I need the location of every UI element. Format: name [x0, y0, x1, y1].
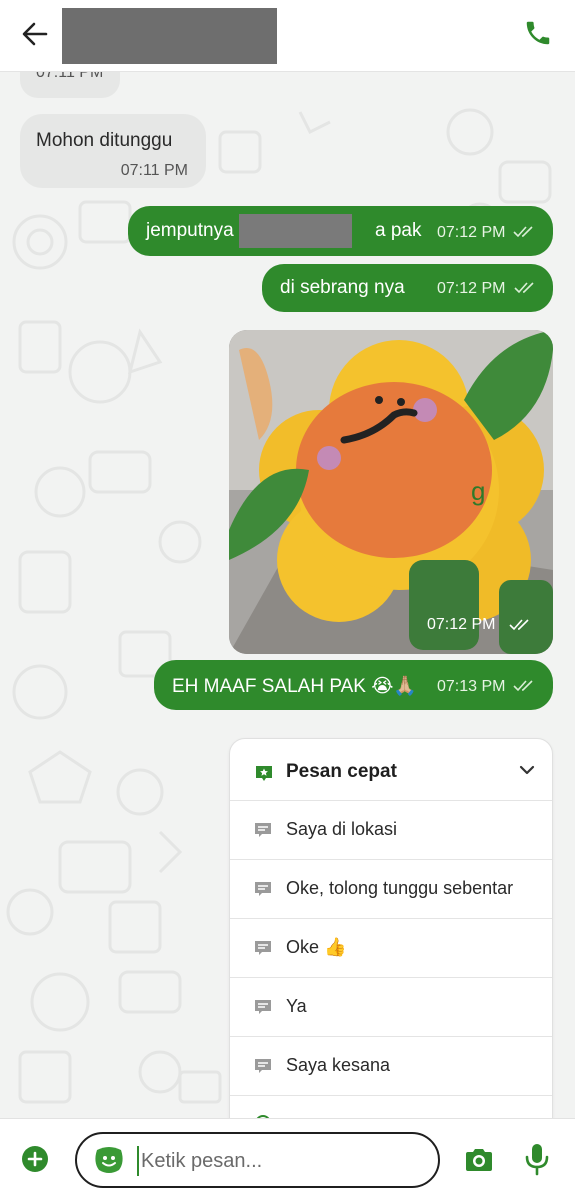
- message-time: 07:12 PM: [437, 280, 506, 297]
- call-button[interactable]: [523, 18, 553, 48]
- quick-reply-item[interactable]: Oke, tolong tunggu sebentar: [230, 860, 552, 919]
- double-check-icon: [513, 680, 533, 692]
- quick-reply-panel: Pesan cepat Saya di lokasi Oke, tolong t…: [229, 738, 553, 1118]
- message-text-end: a pak: [375, 220, 422, 241]
- quick-reply-label: Oke, tolong tunggu sebentar: [286, 878, 514, 898]
- message-time: 07:12 PM: [427, 616, 496, 633]
- chat-header: [0, 0, 575, 72]
- chat-area[interactable]: 07:11 PM Mohon ditunggu 07:11 PM jemputn…: [0, 72, 575, 1118]
- redacted-text: [239, 214, 352, 248]
- chevron-down-icon[interactable]: [518, 761, 536, 779]
- camera-icon[interactable]: [464, 1147, 494, 1173]
- quick-reply-label: Ya: [286, 996, 307, 1016]
- chat-bubble-icon: [255, 1000, 271, 1014]
- message-text: jemputnya: [146, 220, 234, 241]
- sticker-face-icon[interactable]: [93, 1144, 125, 1176]
- quick-reply-item-partial[interactable]: [230, 1096, 552, 1118]
- phone-icon: [526, 21, 550, 45]
- message-outgoing[interactable]: EH MAAF SALAH PAK 😭🙏🏼 07:13 PM: [154, 660, 553, 710]
- message-time: 07:11 PM: [120, 162, 188, 179]
- chat-bubble-icon: [255, 1059, 271, 1073]
- double-check-icon: [513, 226, 533, 238]
- microphone-icon[interactable]: [524, 1143, 550, 1177]
- quick-reply-item[interactable]: Saya di lokasi: [230, 801, 552, 860]
- message-text: EH MAAF SALAH PAK 😭🙏🏼: [172, 676, 418, 697]
- message-input-bar: [0, 1118, 575, 1200]
- star-tag-icon: [256, 766, 272, 781]
- plus-circle-icon[interactable]: [22, 1146, 48, 1172]
- chat-bubble-icon: [255, 882, 271, 896]
- quick-reply-header[interactable]: Pesan cepat: [230, 739, 552, 801]
- message-incoming[interactable]: Mohon ditunggu 07:11 PM: [20, 114, 206, 188]
- message-input-wrapper[interactable]: [75, 1132, 440, 1188]
- message-outgoing[interactable]: di sebrang nya 07:12 PM: [262, 264, 553, 312]
- quick-reply-label: Oke 👍: [286, 937, 347, 957]
- contact-name[interactable]: [62, 8, 277, 64]
- message-text: di sebrang nya: [280, 277, 405, 298]
- message-outgoing[interactable]: jemputnya a pak 07:12 PM: [128, 206, 553, 256]
- photo-plush-flower: ɡ: [229, 330, 553, 654]
- quick-reply-label: Saya di lokasi: [286, 819, 398, 839]
- back-button[interactable]: [18, 18, 54, 50]
- chat-bubble-icon: [255, 823, 271, 837]
- message-image[interactable]: ɡ 07:12 PM: [229, 330, 553, 654]
- message-text: Mohon ditunggu: [36, 130, 173, 151]
- message-time: 07:11 PM: [36, 72, 104, 81]
- message-input[interactable]: [137, 1146, 417, 1176]
- quick-reply-label: Saya kesana: [286, 1055, 391, 1075]
- quick-reply-item[interactable]: Saya kesana: [230, 1037, 552, 1096]
- svg-text:ɡ: ɡ: [471, 476, 485, 506]
- quick-reply-item[interactable]: Oke 👍: [230, 919, 552, 978]
- chat-bubble-icon: [255, 941, 271, 955]
- message-time: 07:12 PM: [437, 224, 506, 241]
- double-check-icon: [509, 619, 529, 631]
- message-incoming[interactable]: 07:11 PM: [20, 72, 120, 98]
- arrow-left-icon: [22, 22, 48, 46]
- message-time: 07:13 PM: [437, 678, 506, 695]
- quick-reply-title: Pesan cepat: [286, 761, 397, 782]
- quick-reply-item[interactable]: Ya: [230, 978, 552, 1037]
- double-check-icon: [514, 282, 534, 294]
